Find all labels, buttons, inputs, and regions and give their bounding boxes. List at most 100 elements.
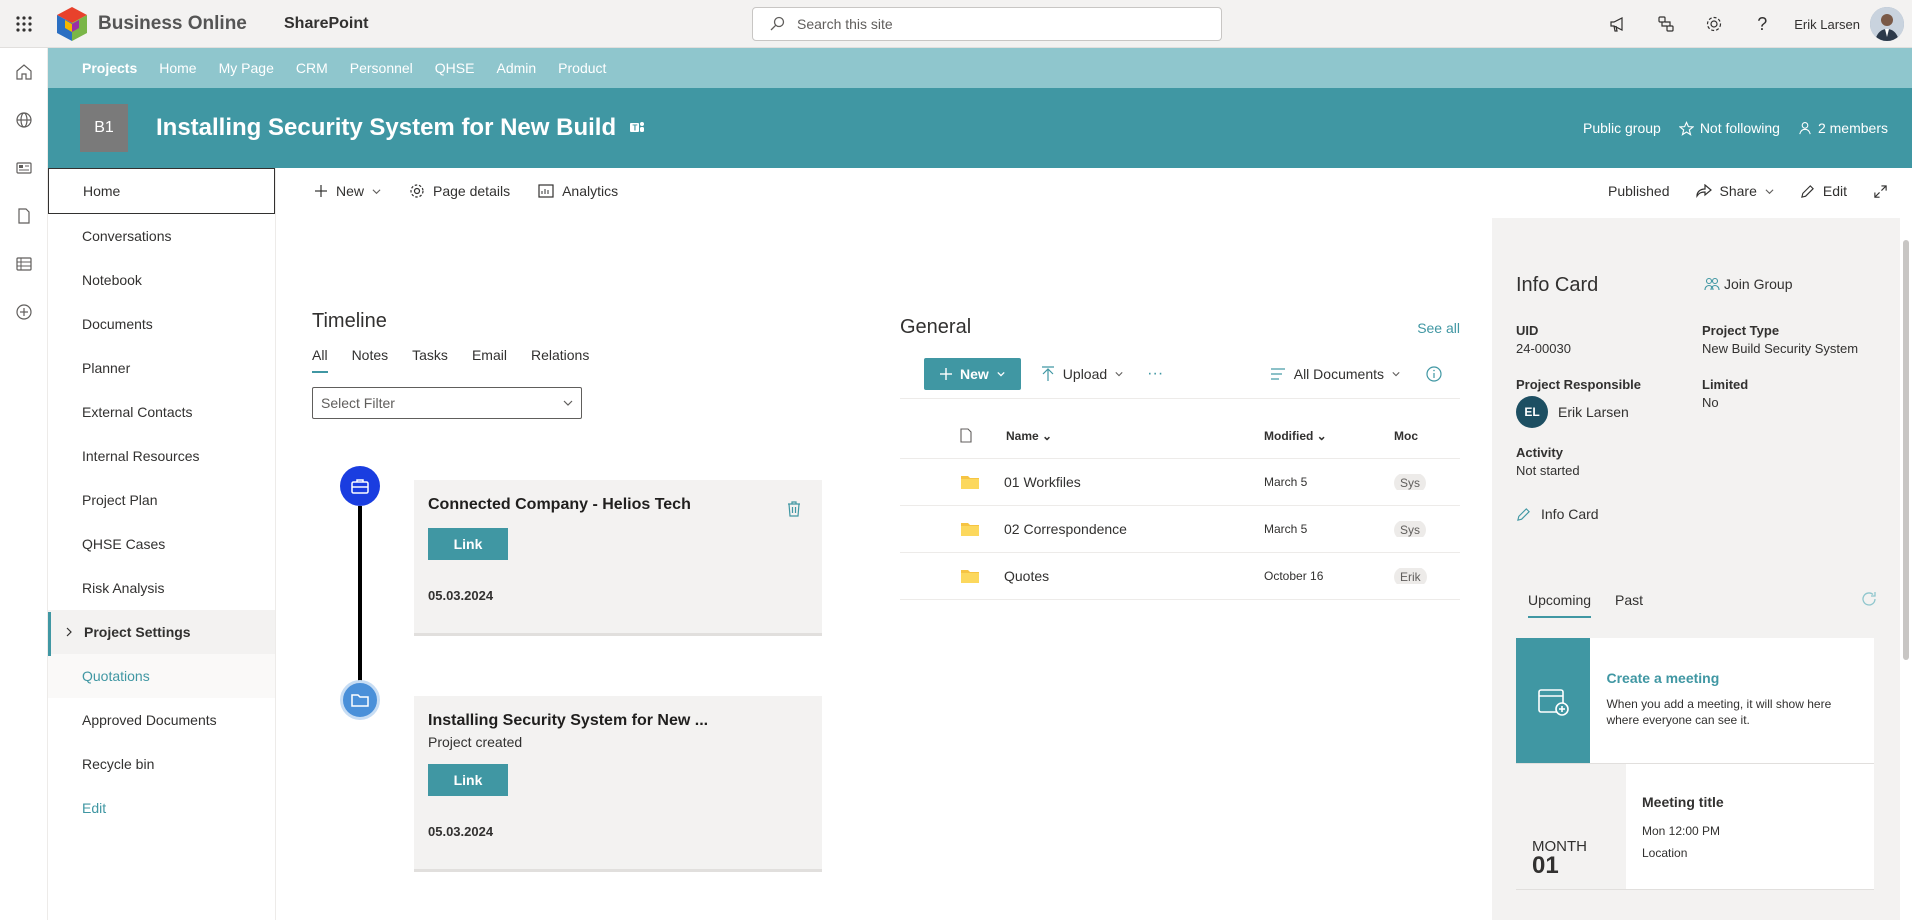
chevron-down-icon — [1115, 371, 1123, 376]
upload-label: Upload — [1062, 365, 1108, 382]
row-name[interactable]: 02 Correspondence — [964, 521, 1264, 537]
nav-home[interactable]: Home — [48, 168, 275, 214]
expand-icon[interactable] — [1873, 184, 1888, 199]
hub-item-my-page[interactable]: My Page — [219, 60, 274, 76]
create-meeting-card[interactable]: Create a meeting When you add a meeting,… — [1516, 638, 1874, 764]
page-scrollbar[interactable] — [1900, 218, 1912, 920]
share-button[interactable]: Share — [1695, 183, 1774, 199]
filter-dropdown[interactable]: Select Filter — [312, 387, 582, 419]
column-modified[interactable]: Modified ⌄ — [1264, 429, 1394, 443]
tab-notes[interactable]: Notes — [352, 347, 389, 373]
hub-item-admin[interactable]: Admin — [496, 60, 536, 76]
nav-edit-link[interactable]: Edit — [48, 786, 275, 830]
site-logo[interactable]: B1 — [80, 104, 128, 152]
tab-past[interactable]: Past — [1615, 592, 1643, 618]
nav-internal-resources[interactable]: Internal Resources — [48, 434, 275, 478]
new-document-button[interactable]: New — [924, 357, 1021, 390]
card-title: Installing Security System for New ... — [428, 712, 709, 729]
members-button[interactable]: 2 members — [1798, 120, 1888, 136]
card-link-button[interactable]: Link — [428, 528, 508, 560]
nav-project-plan[interactable]: Project Plan — [48, 478, 275, 522]
row-name[interactable]: Quotes — [964, 568, 1264, 584]
page-details-label: Page details — [433, 183, 511, 199]
edit-info-card-button[interactable]: Info Card — [1516, 506, 1599, 522]
analytics-button[interactable]: Analytics — [538, 183, 618, 199]
tab-all[interactable]: All — [312, 347, 328, 373]
nav-qhse-cases[interactable]: QHSE Cases — [48, 522, 275, 566]
row-name[interactable]: 01 Workfiles — [964, 474, 1264, 490]
help-icon[interactable]: ? — [1738, 0, 1786, 48]
globe-icon[interactable] — [0, 96, 48, 144]
chevron-right-icon[interactable] — [64, 627, 74, 637]
nav-recycle-bin[interactable]: Recycle bin — [48, 742, 275, 786]
row-modified-by[interactable]: Sys — [1394, 474, 1427, 490]
upload-button[interactable]: Upload — [1041, 366, 1123, 382]
avatar[interactable]: EL — [1516, 396, 1548, 428]
row-modified-by[interactable]: Erik — [1394, 568, 1427, 584]
refresh-icon[interactable] — [1860, 590, 1878, 608]
site-title[interactable]: Installing Security System for New Build — [156, 114, 616, 142]
user-avatar[interactable] — [1870, 7, 1904, 41]
nav-planner[interactable]: Planner — [48, 346, 275, 390]
file-type-icon[interactable] — [900, 428, 972, 443]
table-row[interactable]: Quotes October 16 Erik — [900, 553, 1460, 600]
app-launcher-button[interactable] — [0, 0, 48, 48]
column-name[interactable]: Name ⌄ — [964, 429, 1264, 443]
hub-item-crm[interactable]: CRM — [296, 60, 328, 76]
more-options-icon[interactable]: ··· — [1147, 365, 1163, 383]
hub-item-qhse[interactable]: QHSE — [435, 60, 475, 76]
document-icon[interactable] — [0, 192, 48, 240]
chevron-down-icon — [1392, 371, 1400, 376]
meeting-card[interactable]: MONTH 01 Meeting title Mon 12:00 PM Loca… — [1516, 764, 1874, 890]
nav-risk-analysis[interactable]: Risk Analysis — [48, 566, 275, 610]
row-modified-by[interactable]: Sys — [1394, 521, 1427, 537]
nav-notebook[interactable]: Notebook — [48, 258, 275, 302]
follow-button[interactable]: Not following — [1678, 120, 1780, 136]
join-group-button[interactable]: Join Group — [1704, 276, 1792, 292]
trash-icon[interactable] — [786, 500, 802, 518]
scrollbar-thumb[interactable] — [1903, 240, 1909, 660]
teams-icon[interactable]: T — [628, 119, 646, 137]
nav-quotations[interactable]: Quotations — [48, 654, 275, 698]
edit-page-button[interactable]: Edit — [1800, 183, 1847, 199]
card-date: 05.03.2024 — [428, 588, 494, 603]
tab-upcoming[interactable]: Upcoming — [1528, 592, 1592, 618]
brand-logo[interactable]: Business Online — [52, 4, 282, 44]
card-link-button[interactable]: Link — [428, 764, 508, 796]
tab-email[interactable]: Email — [472, 347, 507, 373]
app-name[interactable]: SharePoint — [284, 15, 368, 33]
column-modified-by[interactable]: Moc — [1394, 429, 1434, 443]
list-icon[interactable] — [0, 240, 48, 288]
meeting-title[interactable]: Meeting title — [1642, 794, 1724, 810]
create-meeting-title[interactable]: Create a meeting — [1606, 670, 1858, 686]
project-responsible-value[interactable]: Erik Larsen — [1558, 403, 1629, 421]
new-page-button[interactable]: New — [314, 183, 381, 199]
megaphone-icon[interactable] — [1594, 0, 1642, 48]
hub-item-home[interactable]: Home — [159, 60, 196, 76]
add-circle-icon[interactable] — [0, 288, 48, 336]
nav-documents[interactable]: Documents — [48, 302, 275, 346]
user-name[interactable]: Erik Larsen — [1794, 17, 1860, 32]
project-type-label: Project Type — [1702, 323, 1780, 338]
news-icon[interactable] — [0, 144, 48, 192]
see-all-link[interactable]: See all — [1417, 320, 1460, 336]
view-selector[interactable]: All Documents — [1270, 366, 1400, 382]
hub-item-product[interactable]: Product — [558, 60, 606, 76]
nav-approved-documents[interactable]: Approved Documents — [48, 698, 275, 742]
hub-item-personnel[interactable]: Personnel — [350, 60, 413, 76]
hub-item-projects[interactable]: Projects — [82, 60, 137, 76]
gear-icon[interactable] — [1690, 0, 1738, 48]
page-details-button[interactable]: Page details — [409, 183, 510, 199]
info-icon[interactable] — [1426, 365, 1442, 382]
nav-conversations[interactable]: Conversations — [48, 214, 275, 258]
table-row[interactable]: 02 Correspondence March 5 Sys — [900, 506, 1460, 553]
tab-tasks[interactable]: Tasks — [412, 347, 448, 373]
tab-relations[interactable]: Relations — [531, 347, 589, 373]
share-nodes-icon[interactable] — [1642, 0, 1690, 48]
table-row[interactable]: 01 Workfiles March 5 Sys — [900, 459, 1460, 506]
nav-project-settings[interactable]: Project Settings — [48, 610, 275, 654]
library-title[interactable]: General — [900, 316, 971, 339]
search-box[interactable]: Search this site — [752, 7, 1222, 41]
home-icon[interactable] — [0, 48, 48, 96]
nav-external-contacts[interactable]: External Contacts — [48, 390, 275, 434]
